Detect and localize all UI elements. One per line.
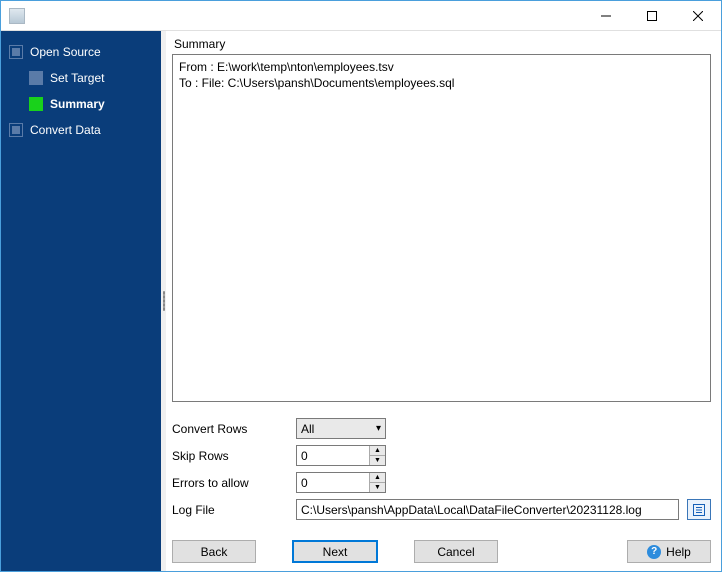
close-button[interactable] [675, 1, 721, 30]
sidebar-item-open-source[interactable]: Open Source [5, 39, 157, 65]
window-controls [583, 1, 721, 30]
maximize-button[interactable] [629, 1, 675, 30]
sidebar-item-label: Set Target [50, 71, 104, 85]
wizard-sidebar: Open Source Set Target Summary Convert D… [1, 31, 161, 571]
skip-rows-input[interactable] [297, 446, 369, 465]
browse-icon [692, 503, 706, 517]
titlebar [1, 1, 721, 31]
sidebar-item-set-target[interactable]: Set Target [5, 65, 157, 91]
row-convert-rows: Convert Rows All ▾ [172, 418, 711, 439]
help-button[interactable]: ? Help [627, 540, 711, 563]
help-button-label: Help [666, 545, 691, 559]
sidebar-item-summary[interactable]: Summary [5, 91, 157, 117]
next-button[interactable]: Next [292, 540, 378, 563]
log-file-browse-button[interactable] [687, 499, 711, 520]
main-panel: Summary From : E:\work\temp\nton\employe… [166, 31, 721, 571]
convert-rows-value: All [301, 422, 314, 436]
app-window: Open Source Set Target Summary Convert D… [0, 0, 722, 572]
help-icon: ? [647, 545, 661, 559]
step-icon [29, 71, 43, 85]
convert-rows-label: Convert Rows [172, 422, 296, 436]
sidebar-item-label: Summary [50, 97, 105, 111]
row-errors-allow: Errors to allow ▲ ▼ [172, 472, 711, 493]
summary-section-label: Summary [172, 37, 711, 51]
errors-allow-spinner: ▲ ▼ [296, 472, 386, 493]
cancel-button[interactable]: Cancel [414, 540, 498, 563]
skip-rows-spinner: ▲ ▼ [296, 445, 386, 466]
skip-rows-down[interactable]: ▼ [369, 455, 385, 465]
row-log-file: Log File [172, 499, 711, 520]
errors-allow-input[interactable] [297, 473, 369, 492]
sidebar-item-convert-data[interactable]: Convert Data [5, 117, 157, 143]
errors-allow-label: Errors to allow [172, 476, 296, 490]
skip-rows-label: Skip Rows [172, 449, 296, 463]
convert-rows-select[interactable]: All ▾ [296, 418, 386, 439]
client-area: Open Source Set Target Summary Convert D… [1, 31, 721, 571]
step-icon [29, 97, 43, 111]
summary-line: From : E:\work\temp\nton\employees.tsv [179, 60, 394, 74]
back-button[interactable]: Back [172, 540, 256, 563]
skip-rows-up[interactable]: ▲ [369, 446, 385, 455]
summary-line: To : File: C:\Users\pansh\Documents\empl… [179, 76, 454, 90]
step-icon [9, 123, 23, 137]
errors-allow-up[interactable]: ▲ [369, 473, 385, 482]
errors-allow-down[interactable]: ▼ [369, 482, 385, 492]
sidebar-item-label: Convert Data [30, 123, 101, 137]
log-file-label: Log File [172, 503, 296, 517]
wizard-buttons: Back Next Cancel ? Help [172, 540, 711, 563]
log-file-input[interactable] [296, 499, 679, 520]
app-icon [9, 8, 25, 24]
sidebar-item-label: Open Source [30, 45, 101, 59]
options-form: Convert Rows All ▾ Skip Rows ▲ ▼ [172, 418, 711, 526]
step-icon [9, 45, 23, 59]
chevron-down-icon: ▾ [376, 423, 381, 434]
minimize-button[interactable] [583, 1, 629, 30]
splitter-grip-icon [163, 291, 165, 311]
summary-textbox[interactable]: From : E:\work\temp\nton\employees.tsv T… [172, 54, 711, 402]
row-skip-rows: Skip Rows ▲ ▼ [172, 445, 711, 466]
